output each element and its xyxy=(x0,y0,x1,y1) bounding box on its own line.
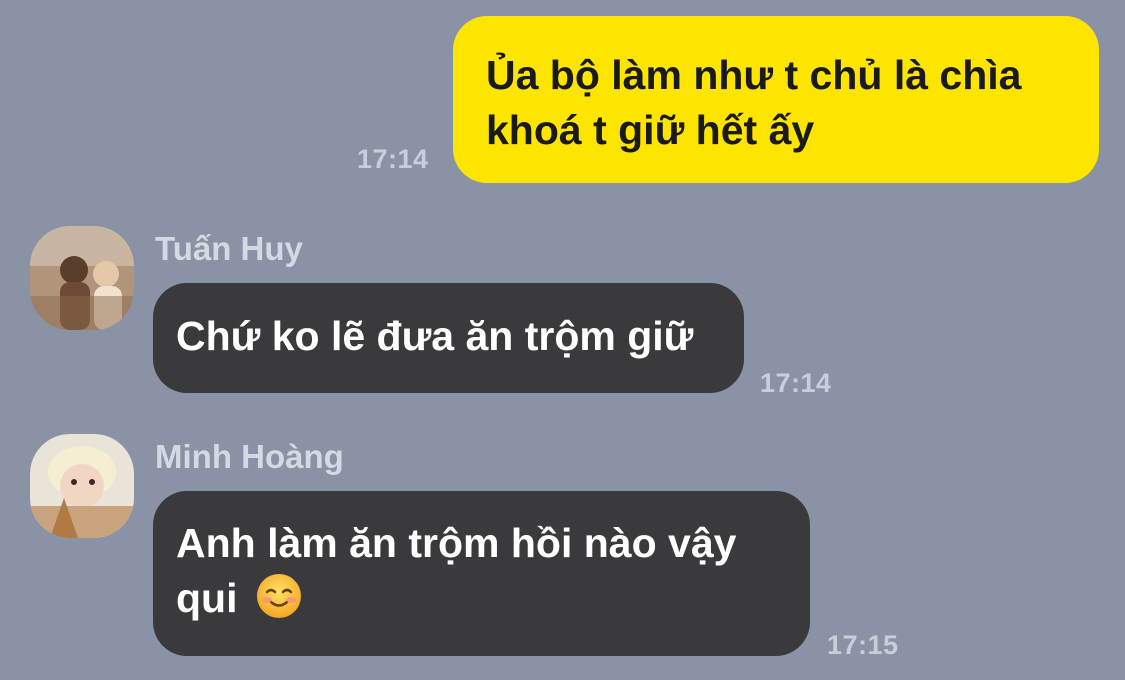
message-bubble[interactable]: Chứ ko lẽ đưa ăn trộm giữ xyxy=(153,283,744,393)
avatar[interactable] xyxy=(30,434,134,538)
message-timestamp: 17:14 xyxy=(760,368,832,398)
message-bubble[interactable]: Ủa bộ làm như t chủ là chìa khoá t giữ h… xyxy=(453,16,1099,183)
smiling-face-emoji-icon xyxy=(256,574,301,618)
avatar[interactable] xyxy=(30,226,134,330)
message-text-line: qui xyxy=(176,571,810,626)
message-text-line: khoá t giữ hết ấy xyxy=(486,107,815,153)
message-text: Chứ ko lẽ đưa ăn trộm giữ xyxy=(176,313,694,359)
message-timestamp: 17:15 xyxy=(827,630,899,660)
message-timestamp: 17:14 xyxy=(357,144,429,174)
avatar-photo-icon xyxy=(30,434,134,538)
message-text-line: Anh làm ăn trộm hồi nào vậy xyxy=(176,520,737,566)
sender-name: Tuấn Huy xyxy=(155,230,303,267)
sender-name: Minh Hoàng xyxy=(155,438,344,475)
avatar-photo-icon xyxy=(30,226,134,330)
message-text-line: Ủa bộ làm như t chủ là chìa xyxy=(486,52,1022,98)
message-bubble[interactable]: Anh làm ăn trộm hồi nào vậy qui xyxy=(153,491,810,656)
